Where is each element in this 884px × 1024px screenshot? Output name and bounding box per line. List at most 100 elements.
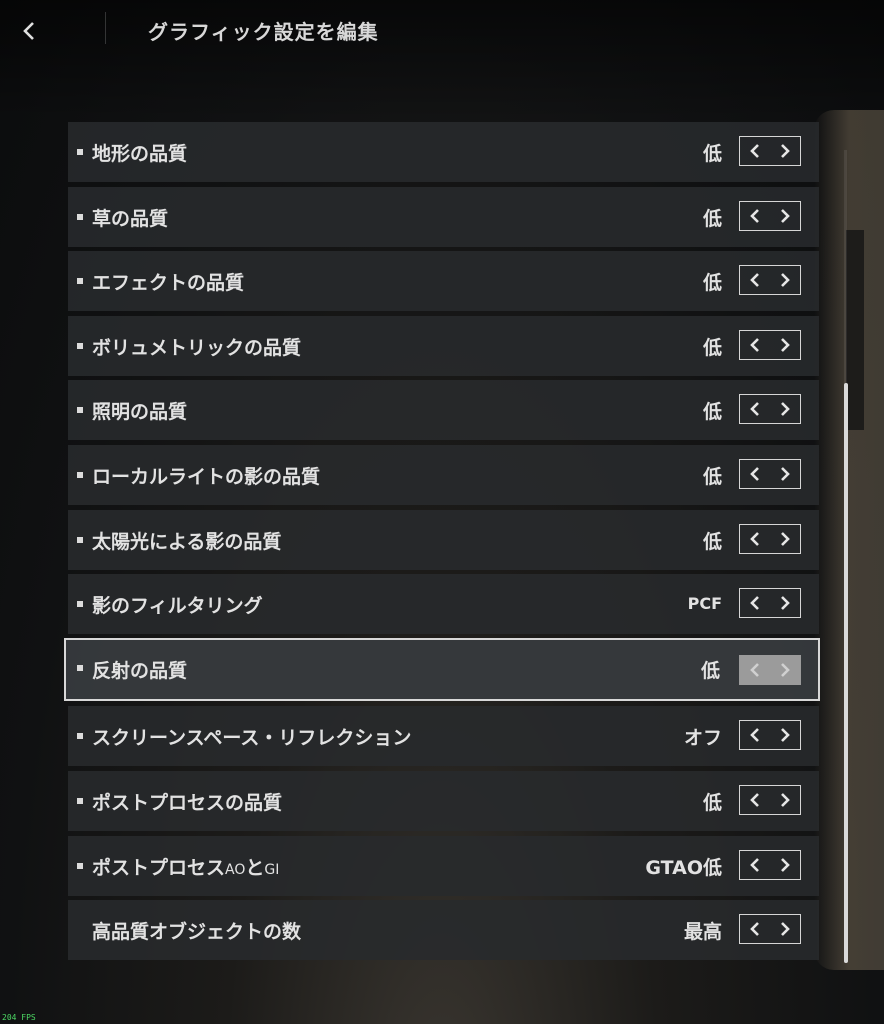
setting-row-reflection-quality[interactable]: 反射の品質 低 xyxy=(64,637,820,701)
setting-row-sun-shadow-quality[interactable]: 太陽光による影の品質 低 xyxy=(68,509,819,570)
settings-list: 地形の品質 低 草の品質 低 エフェクトの品質 低 ボリュメトリックの品質 低 … xyxy=(64,122,820,965)
background-weapon xyxy=(846,230,864,430)
chevron-left-icon xyxy=(750,208,759,223)
setting-row-terrain-quality[interactable]: 地形の品質 低 xyxy=(68,122,819,182)
value-stepper xyxy=(739,136,801,166)
chevron-left-icon xyxy=(750,793,759,807)
previous-option-button[interactable] xyxy=(740,656,770,684)
setting-row-post-process-quality[interactable]: ポストプロセスの品質 低 xyxy=(68,770,819,831)
setting-value: GTAO低 xyxy=(645,856,722,879)
bullet-icon xyxy=(77,149,83,155)
previous-option-button[interactable] xyxy=(740,266,770,294)
setting-value: 最高 xyxy=(683,921,722,944)
chevron-left-icon xyxy=(750,728,759,743)
bullet-icon xyxy=(77,407,83,414)
bullet-icon xyxy=(77,213,83,220)
chevron-right-icon xyxy=(781,144,790,158)
setting-row-post-process-ao-gi[interactable]: ポストプロセスAOとGI GTAO低 xyxy=(68,835,819,896)
previous-option-button[interactable] xyxy=(740,460,770,488)
chevron-right-icon xyxy=(781,467,790,481)
next-option-button[interactable] xyxy=(770,656,800,684)
chevron-left-icon xyxy=(750,662,759,677)
setting-row-local-light-shadow-quality[interactable]: ローカルライトの影の品質 低 xyxy=(68,444,819,505)
previous-option-button[interactable] xyxy=(740,331,770,359)
bullet-icon xyxy=(77,664,83,671)
previous-option-button[interactable] xyxy=(740,851,770,879)
bullet-icon xyxy=(77,862,83,869)
graphics-settings-screen: グラフィック設定を編集 地形の品質 低 草の品質 低 エフェクトの品質 低 ボリ… xyxy=(0,0,884,1024)
bullet-icon xyxy=(77,342,83,349)
setting-value: 低 xyxy=(700,659,720,682)
chevron-left-icon xyxy=(750,467,759,481)
next-option-button[interactable] xyxy=(770,137,800,165)
value-stepper xyxy=(739,200,801,231)
chevron-left-icon xyxy=(750,337,759,352)
setting-label: 反射の品質 xyxy=(92,659,188,682)
setting-label: ポストプロセスの品質 xyxy=(92,791,283,814)
chevron-left-icon xyxy=(750,402,759,417)
setting-label: ローカルライトの影の品質 xyxy=(92,465,321,488)
chevron-left-icon xyxy=(750,922,759,937)
setting-label: スクリーンスペース・リフレクション xyxy=(92,727,412,750)
setting-row-effects-quality[interactable]: エフェクトの品質 低 xyxy=(68,251,819,312)
setting-row-volumetric-quality[interactable]: ボリュメトリックの品質 低 xyxy=(68,315,819,376)
setting-row-screen-space-reflection[interactable]: スクリーンスペース・リフレクション オフ xyxy=(68,706,819,767)
setting-value: 低 xyxy=(702,207,722,230)
next-option-button[interactable] xyxy=(770,721,800,749)
chevron-left-icon xyxy=(750,144,759,158)
previous-option-button[interactable] xyxy=(740,525,770,553)
value-stepper xyxy=(739,265,801,296)
chevron-left-icon xyxy=(750,531,759,546)
next-option-button[interactable] xyxy=(770,331,800,359)
chevron-right-icon xyxy=(781,857,790,872)
setting-value: 低 xyxy=(702,401,722,424)
next-option-button[interactable] xyxy=(770,786,800,814)
setting-row-high-quality-object-count[interactable]: 高品質オブジェクトの数 最高 xyxy=(68,900,819,961)
back-button[interactable] xyxy=(12,14,46,48)
previous-option-button[interactable] xyxy=(740,395,770,423)
value-stepper xyxy=(739,458,801,489)
setting-row-shadow-filtering[interactable]: 影のフィルタリング PCF xyxy=(68,574,819,635)
chevron-right-icon xyxy=(781,208,790,223)
previous-option-button[interactable] xyxy=(740,915,770,943)
next-option-button[interactable] xyxy=(770,915,800,943)
next-option-button[interactable] xyxy=(770,851,800,879)
setting-label: エフェクトの品質 xyxy=(92,272,245,295)
bullet-icon xyxy=(77,278,83,285)
previous-option-button[interactable] xyxy=(740,721,770,749)
next-option-button[interactable] xyxy=(770,266,800,294)
previous-option-button[interactable] xyxy=(740,202,770,230)
setting-label: 高品質オブジェクトの数 xyxy=(92,921,302,944)
chevron-left-icon xyxy=(750,857,759,872)
chevron-right-icon xyxy=(781,402,790,417)
page-title: グラフィック設定を編集 xyxy=(148,20,379,44)
setting-label: 太陽光による影の品質 xyxy=(92,530,282,553)
previous-option-button[interactable] xyxy=(740,137,770,165)
next-option-button[interactable] xyxy=(770,525,800,553)
chevron-right-icon xyxy=(781,531,790,546)
chevron-right-icon xyxy=(781,793,790,807)
scrollbar-thumb[interactable] xyxy=(844,383,848,963)
setting-row-grass-quality[interactable]: 草の品質 低 xyxy=(68,186,819,247)
value-stepper xyxy=(739,654,801,685)
next-option-button[interactable] xyxy=(770,589,800,617)
header: グラフィック設定を編集 xyxy=(0,0,884,60)
setting-value: 低 xyxy=(702,143,722,165)
setting-row-lighting-quality[interactable]: 照明の品質 低 xyxy=(68,380,819,441)
value-stepper xyxy=(739,784,801,815)
setting-label: 照明の品質 xyxy=(92,401,188,424)
setting-value: オフ xyxy=(683,727,722,750)
previous-option-button[interactable] xyxy=(740,786,770,814)
value-stepper xyxy=(739,523,801,554)
next-option-button[interactable] xyxy=(770,395,800,423)
setting-label: 地形の品質 xyxy=(92,143,188,165)
previous-option-button[interactable] xyxy=(740,589,770,617)
chevron-right-icon xyxy=(781,596,790,611)
next-option-button[interactable] xyxy=(770,202,800,230)
label-ao: AO xyxy=(225,861,246,878)
chevron-left-icon xyxy=(23,22,34,40)
bullet-icon xyxy=(77,536,83,543)
chevron-left-icon xyxy=(750,596,759,611)
next-option-button[interactable] xyxy=(770,460,800,488)
value-stepper xyxy=(739,849,801,880)
